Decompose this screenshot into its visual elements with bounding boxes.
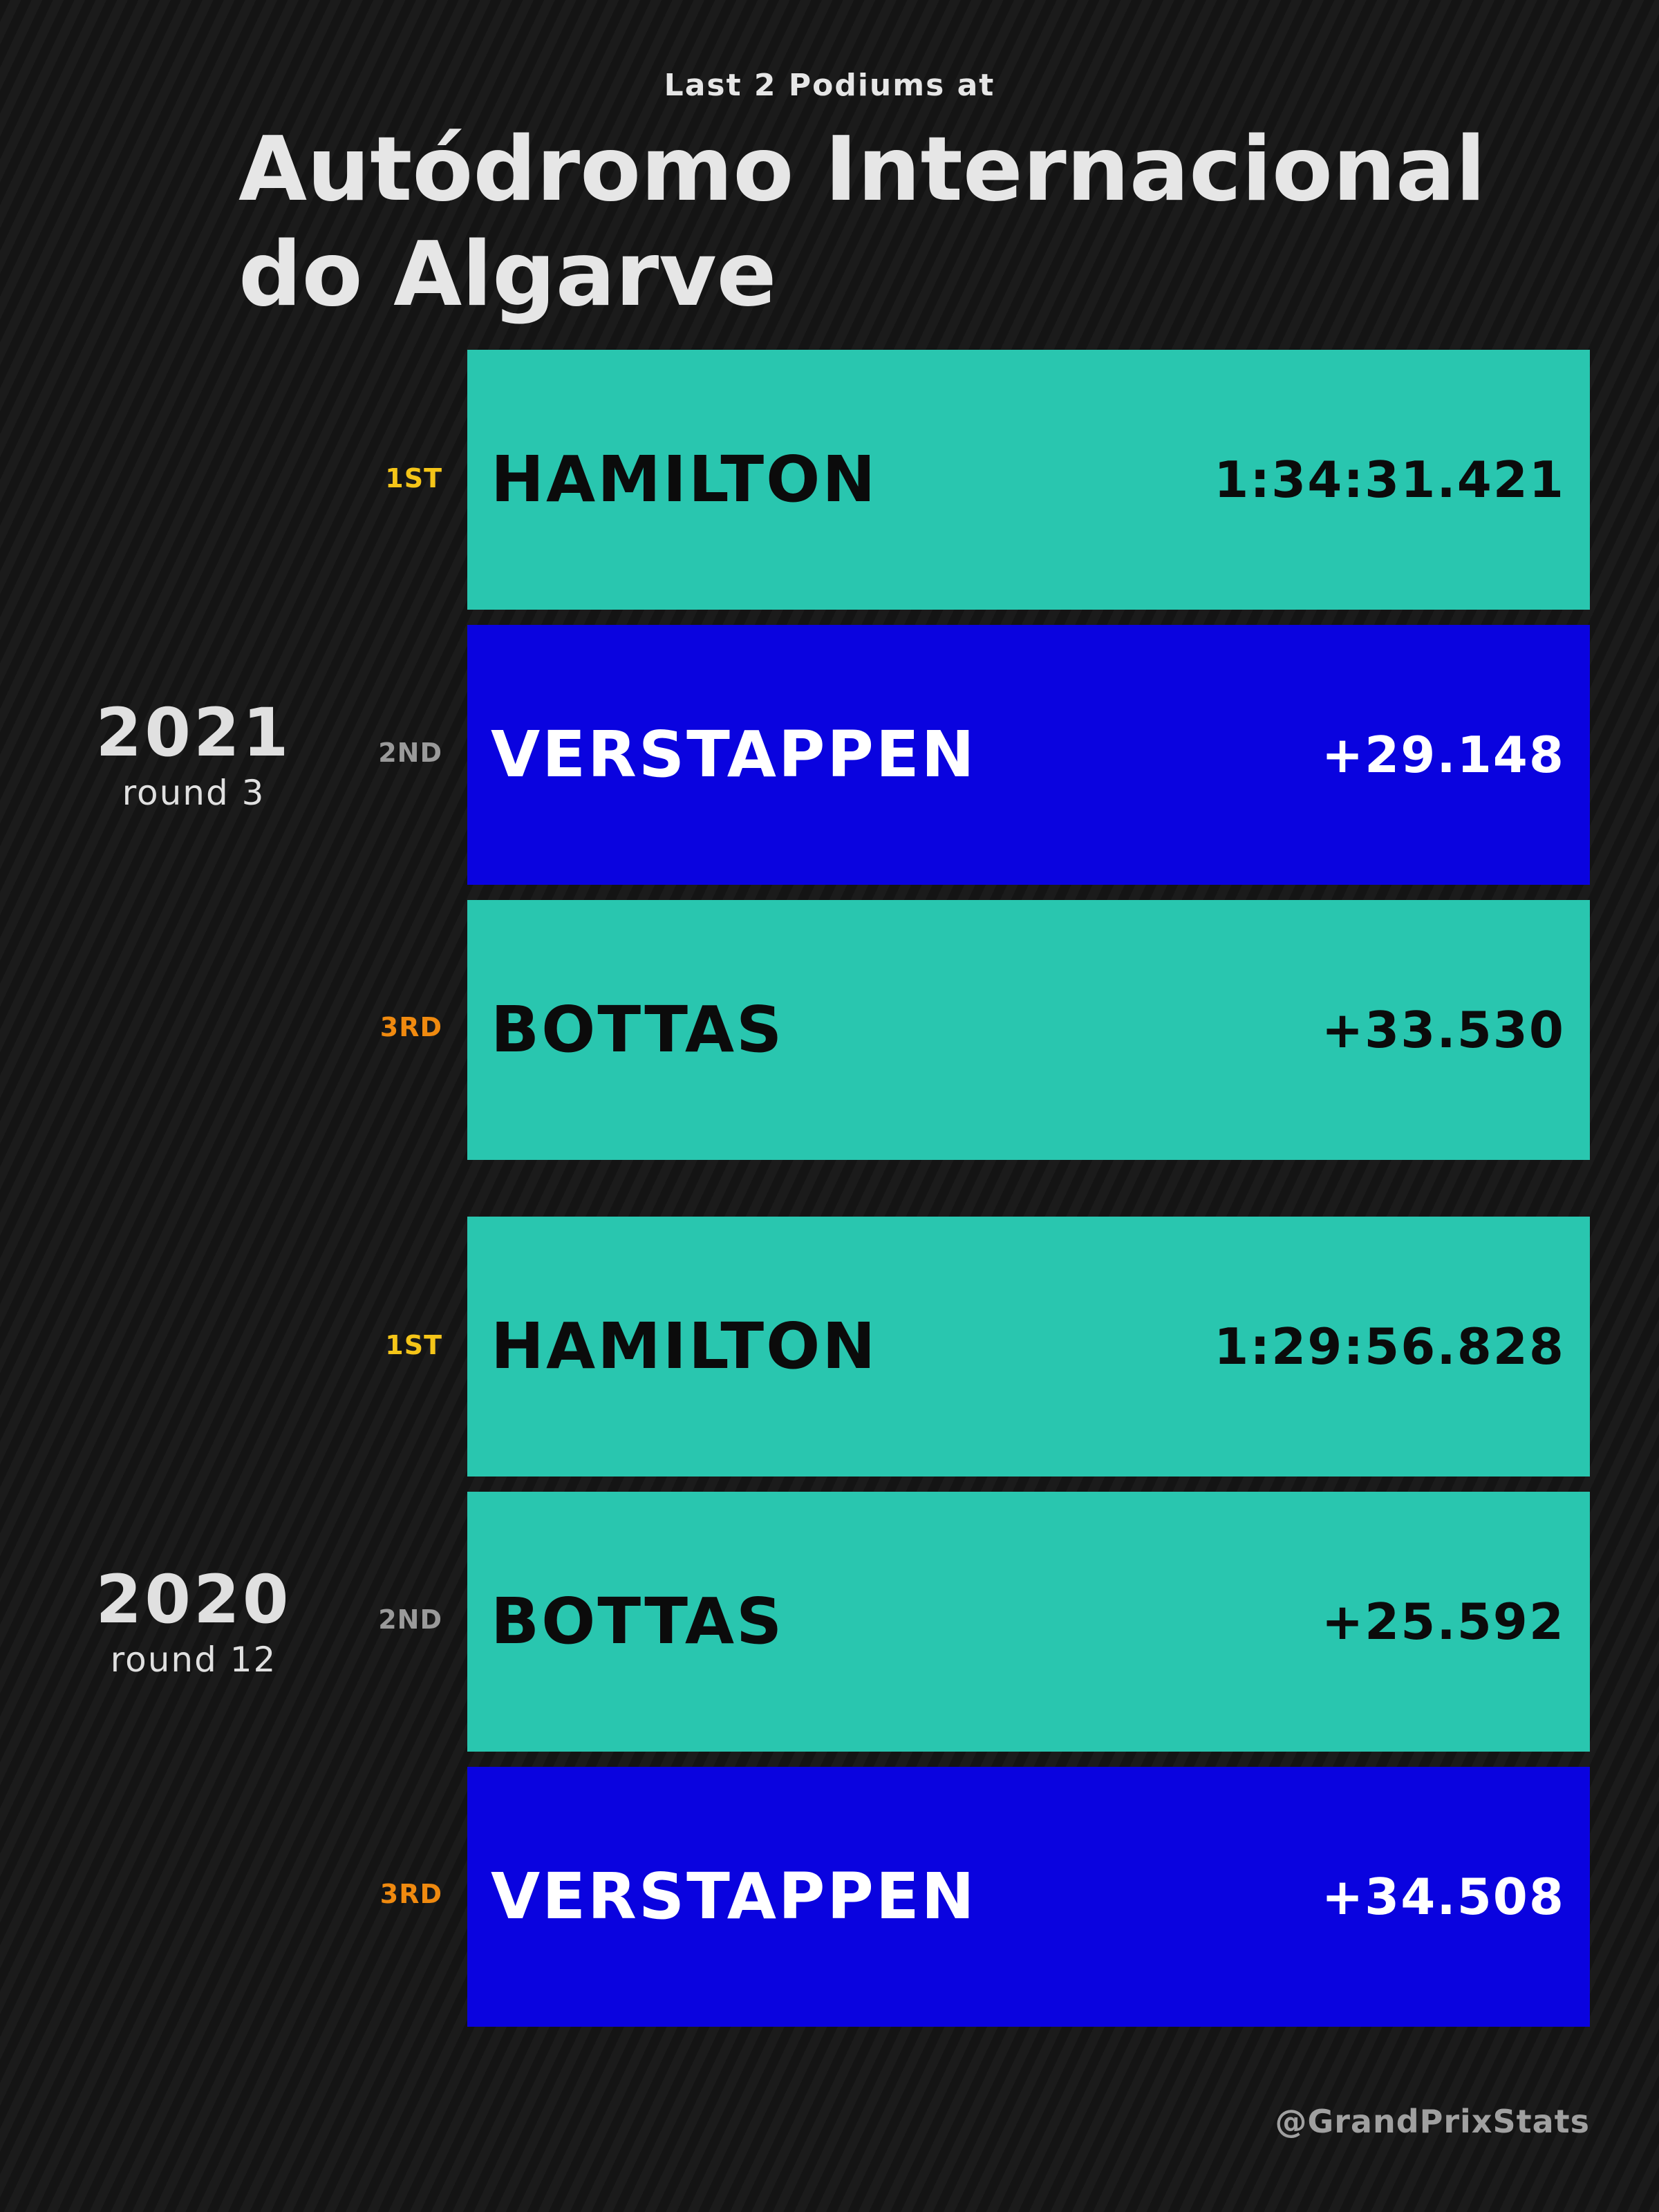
driver-name: VERSTAPPEN — [491, 718, 977, 791]
race-time: +33.530 — [1321, 1001, 1565, 1059]
podium-row: VERSTAPPEN +34.508 — [467, 1767, 1590, 2027]
driver-name: VERSTAPPEN — [491, 1859, 977, 1933]
position-label: 2ND — [378, 738, 442, 768]
season-round: round 12 — [110, 1640, 277, 1680]
position-label: 1ST — [385, 463, 442, 494]
position-label: 1ST — [385, 1330, 442, 1360]
driver-name: BOTTAS — [491, 1584, 785, 1658]
race-time: +34.508 — [1321, 1868, 1565, 1926]
podium-row: HAMILTON 1:34:31.421 — [467, 350, 1590, 610]
season-year: 2020 — [95, 1561, 292, 1638]
title-line-2: do Algarve — [238, 223, 777, 326]
page-title: Autódromo Internacional do Algarve — [238, 118, 1552, 328]
driver-name: BOTTAS — [491, 993, 785, 1067]
season-year: 2021 — [95, 694, 292, 771]
position-label: 2ND — [378, 1604, 442, 1635]
title-line-1: Autódromo Internacional — [238, 118, 1486, 221]
podium-row: VERSTAPPEN +29.148 — [467, 625, 1590, 885]
race-time: +25.592 — [1321, 1593, 1565, 1651]
position-label: 3RD — [379, 1012, 442, 1042]
race-time: 1:29:56.828 — [1214, 1318, 1565, 1376]
podium-row: HAMILTON 1:29:56.828 — [467, 1217, 1590, 1477]
social-handle: @GrandPrixStats — [1275, 2103, 1590, 2140]
subtitle: Last 2 Podiums at — [664, 68, 995, 103]
position-label: 3RD — [379, 1879, 442, 1909]
podium-row: BOTTAS +25.592 — [467, 1492, 1590, 1752]
race-time: +29.148 — [1321, 726, 1565, 784]
race-time: 1:34:31.421 — [1214, 451, 1565, 509]
season-round: round 3 — [122, 773, 265, 813]
podium-row: BOTTAS +33.530 — [467, 900, 1590, 1160]
driver-name: HAMILTON — [491, 1309, 878, 1383]
driver-name: HAMILTON — [491, 442, 878, 516]
